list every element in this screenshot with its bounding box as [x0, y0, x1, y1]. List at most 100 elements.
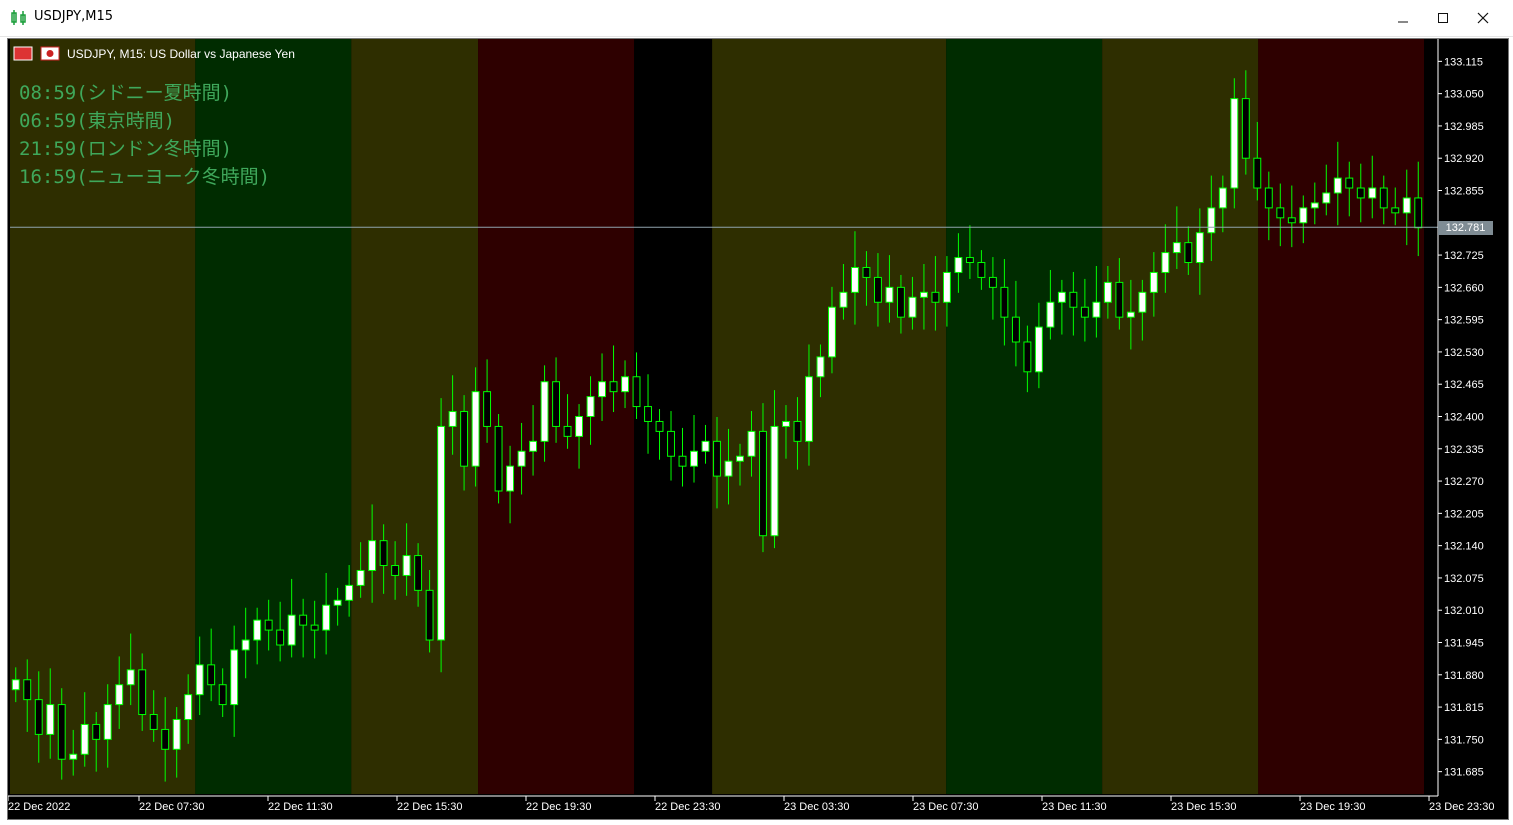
candle-body — [402, 555, 411, 576]
price-axis-label: 132.530 — [1444, 347, 1484, 359]
time-axis-label: 22 Dec 23:30 — [655, 801, 720, 813]
time-axis-label: 22 Dec 2022 — [8, 801, 70, 813]
candle-body — [713, 440, 721, 477]
candle-body — [1092, 301, 1101, 318]
flag-circle-jp — [46, 50, 54, 57]
candle-body — [345, 584, 354, 601]
candle-body — [552, 381, 561, 427]
chart-header-title: USDJPY, M15: US Dollar vs Japanese Yen — [67, 47, 295, 61]
candle-body — [942, 271, 951, 303]
price-axis-label: 131.750 — [1444, 734, 1484, 746]
price-axis-label: 132.855 — [1444, 185, 1484, 197]
candle-body — [1356, 187, 1365, 199]
candle-body — [391, 565, 400, 576]
candle-body — [299, 614, 308, 626]
candle-body — [965, 257, 974, 264]
price-axis-label: 131.945 — [1444, 638, 1484, 650]
price-axis-label: 132.010 — [1444, 605, 1484, 617]
candle-body — [885, 286, 894, 303]
price-axis-label: 131.815 — [1444, 702, 1484, 714]
candle-body — [529, 440, 538, 452]
candle-body — [310, 624, 319, 631]
price-axis-label: 132.205 — [1444, 508, 1484, 520]
candle-body — [1115, 281, 1124, 318]
candle-body — [57, 704, 66, 760]
candle-body — [368, 540, 377, 571]
time-axis-label: 22 Dec 11:30 — [268, 801, 333, 813]
candle-body — [759, 430, 767, 537]
candle-body — [805, 376, 813, 442]
candle-body — [1264, 187, 1273, 209]
session-time-label: 06:59(東京時間) — [19, 110, 175, 132]
session-band — [1258, 39, 1424, 794]
minimize-button[interactable] — [1383, 4, 1423, 32]
price-axis-label: 131.880 — [1444, 670, 1484, 682]
candle-body — [253, 619, 262, 641]
candle-body — [736, 455, 744, 462]
candle-body — [1333, 177, 1342, 194]
maximize-button[interactable] — [1423, 4, 1463, 32]
candlestick-app-icon — [11, 10, 26, 25]
time-axis-label: 23 Dec 23:30 — [1429, 801, 1494, 813]
minimize-icon — [1398, 21, 1408, 23]
session-time-label: 21:59(ロンドン冬時間) — [19, 138, 232, 160]
candle-body — [873, 276, 882, 303]
candle-body — [621, 376, 629, 393]
candle-body — [1195, 232, 1204, 264]
candle-body — [793, 420, 802, 442]
candle-body — [1402, 197, 1411, 214]
price-axis-label: 133.115 — [1444, 56, 1483, 68]
candle-body — [322, 604, 331, 631]
candle-body — [1207, 207, 1216, 234]
candle-body — [678, 455, 687, 467]
candle-body — [138, 669, 147, 716]
candle-body — [149, 714, 158, 730]
candle-body — [1149, 271, 1158, 293]
candle-body — [747, 430, 756, 457]
candle-body — [1057, 291, 1066, 303]
candle-body — [1080, 306, 1089, 318]
candle-body — [414, 555, 423, 591]
time-axis-label: 23 Dec 03:30 — [784, 801, 849, 813]
candle-body — [632, 376, 641, 408]
candle-body — [1299, 207, 1308, 224]
candle-body — [1011, 316, 1020, 343]
candle-body — [356, 569, 365, 586]
candle-body — [1138, 291, 1147, 313]
price-axis-label: 132.075 — [1444, 573, 1484, 585]
candle-body — [115, 684, 124, 706]
candle-body — [92, 723, 101, 740]
session-band — [351, 39, 479, 794]
price-axis-label: 132.335 — [1444, 444, 1484, 456]
candle-body — [1287, 217, 1296, 224]
candle-body — [655, 420, 664, 432]
close-icon — [1477, 12, 1489, 24]
candle-body — [218, 684, 227, 706]
candle-body — [690, 450, 698, 467]
candle-body — [954, 257, 963, 273]
candle-body — [506, 465, 515, 492]
candle-body — [1023, 341, 1032, 373]
candle-body — [828, 306, 836, 358]
candle-body — [1069, 291, 1078, 308]
chart-window[interactable]: 133.115 133.050 132.985 132.920 132.855 132.7… — [7, 38, 1509, 820]
current-price-tag: 132.781 — [1438, 221, 1493, 235]
candle-body — [1414, 197, 1423, 229]
time-axis-label: 22 Dec 15:30 — [397, 801, 462, 813]
session-band — [946, 39, 1103, 794]
candle-body — [379, 540, 388, 567]
candle-body — [908, 296, 917, 318]
price-chart[interactable]: 133.115 133.050 132.985 132.920 132.855 132.7… — [8, 39, 1508, 819]
candle-body — [977, 262, 986, 278]
session-band — [712, 39, 947, 794]
candle-body — [207, 664, 216, 686]
maximize-icon — [1438, 13, 1448, 23]
close-button[interactable] — [1463, 4, 1503, 32]
candle-body — [287, 614, 296, 646]
time-axis-label: 23 Dec 15:30 — [1171, 801, 1236, 813]
candle-body — [1345, 177, 1354, 189]
candle-body — [1368, 187, 1377, 199]
candle-body — [816, 356, 825, 378]
candle-body — [34, 699, 43, 735]
candle-body — [1103, 281, 1112, 303]
